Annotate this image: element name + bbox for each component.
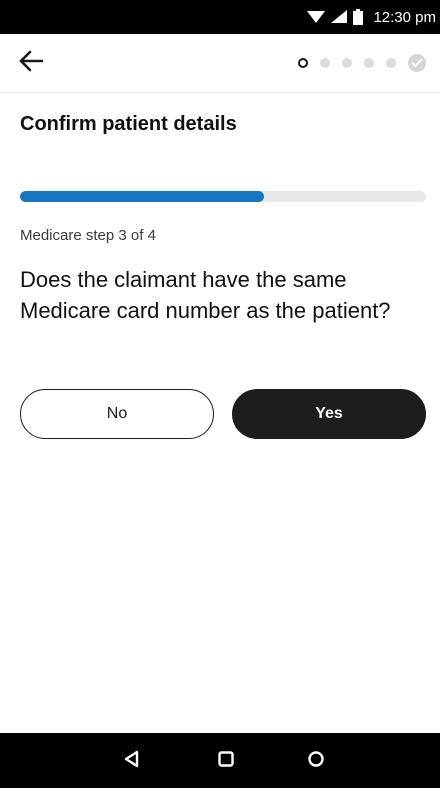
step-dot bbox=[364, 58, 374, 68]
back-triangle-icon bbox=[123, 750, 141, 773]
status-icons: 12:30 pm bbox=[307, 0, 436, 34]
page-title: Confirm patient details bbox=[20, 113, 237, 135]
recents-circle-icon bbox=[307, 750, 325, 773]
nav-back-button[interactable] bbox=[118, 747, 146, 775]
question-text: Does the claimant have the same Medicare… bbox=[20, 267, 391, 323]
step-dot bbox=[320, 58, 330, 68]
nav-home-button[interactable] bbox=[212, 747, 240, 775]
signal-icon bbox=[331, 10, 348, 24]
progress-bar bbox=[20, 191, 426, 202]
no-button[interactable]: No bbox=[20, 389, 214, 439]
system-nav-bar bbox=[0, 733, 440, 788]
step-indicator bbox=[298, 34, 426, 92]
status-bar: 12:30 pm bbox=[0, 0, 440, 34]
status-time: 12:30 pm bbox=[373, 8, 436, 26]
step-dot bbox=[342, 58, 352, 68]
nav-recents-button[interactable] bbox=[302, 747, 330, 775]
wifi-icon bbox=[307, 10, 326, 24]
home-square-icon bbox=[217, 750, 235, 773]
step-dot bbox=[386, 58, 396, 68]
check-icon bbox=[408, 54, 426, 72]
screen: 12:30 pm Confirm patient details Medicar… bbox=[0, 0, 440, 788]
step-label: Medicare step 3 of 4 bbox=[20, 227, 156, 244]
arrow-left-icon bbox=[18, 50, 44, 77]
back-button[interactable] bbox=[14, 46, 48, 80]
battery-icon bbox=[353, 9, 364, 25]
answer-buttons: No Yes bbox=[20, 389, 426, 441]
step-dot-current bbox=[298, 58, 308, 68]
progress-fill bbox=[20, 191, 264, 202]
app-bar bbox=[0, 34, 440, 93]
yes-button[interactable]: Yes bbox=[232, 389, 426, 439]
